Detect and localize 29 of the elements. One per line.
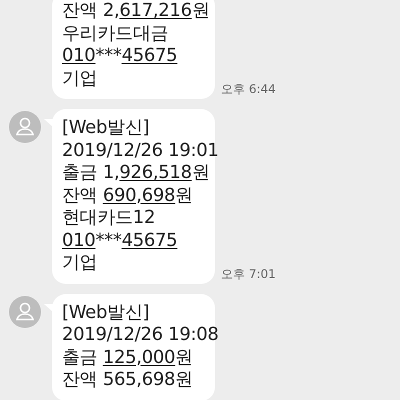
number-link[interactable]: 926,518 [119,162,192,183]
number-link[interactable]: 45675 [122,45,178,66]
message-text: 잔액 2, [62,0,120,21]
message-text: 잔액 565,698원 [62,369,193,390]
message-text: 원 [192,0,210,21]
number-link[interactable]: 690,698 [102,184,176,206]
number-link[interactable]: 45675 [122,230,178,250]
message-text: 원 [175,184,193,206]
message-text: 원 [192,162,210,183]
message-text: 현대카드12 [62,207,156,228]
message-time: 오후 6:44 [221,81,276,98]
message-text: 원 [175,346,193,368]
number-link[interactable]: 125,000 [102,346,176,368]
message-text: 2019/12/26 19:08 [62,324,219,345]
message-text: 기업 [62,68,98,88]
message-text: 출금 1, [62,162,120,183]
message-text: 우리카드대금 [62,22,168,44]
message-text: *** [95,45,122,66]
number-link[interactable]: 010 [62,45,96,66]
message-text: 2019/12/26 19:01 [62,140,219,160]
message-text: 잔액 [62,184,98,206]
message-time: 오후 7:01 [221,266,276,282]
message-text: 기업 [62,252,98,273]
number-link[interactable]: 010 [62,230,96,250]
message-text: [Web발신] [62,302,150,322]
number-link[interactable]: 617,216 [119,0,192,21]
message-text: *** [95,230,122,250]
message-text: [Web발신] [62,117,150,138]
message-text: 출금 [62,346,98,368]
